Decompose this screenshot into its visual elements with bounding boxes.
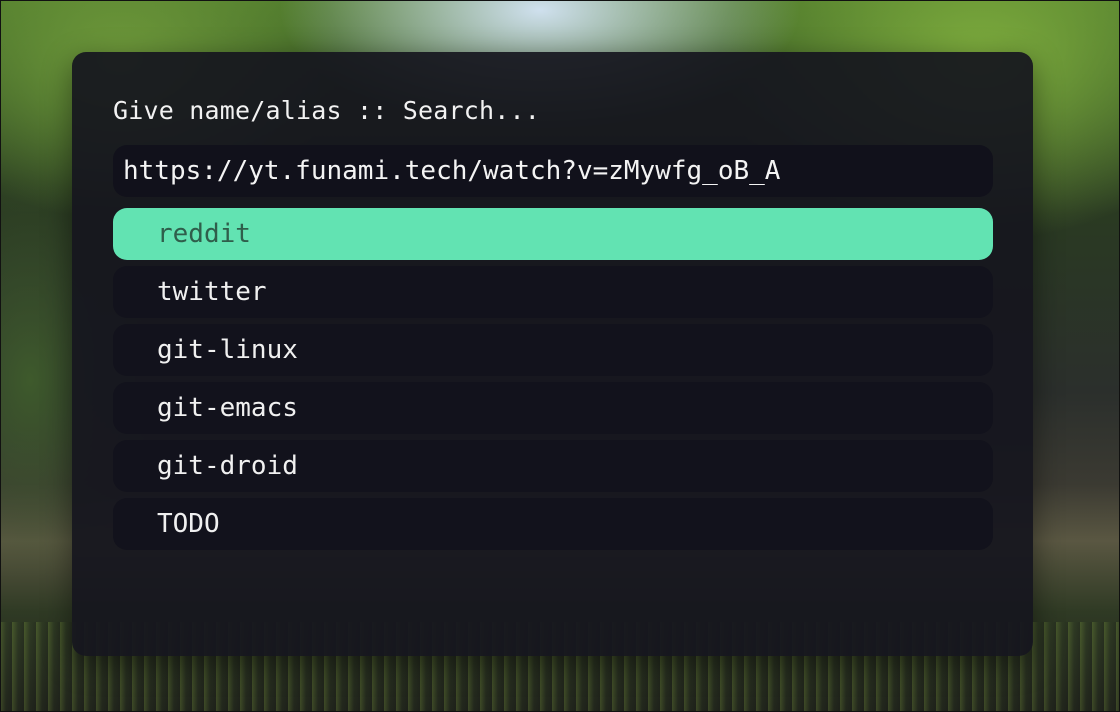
list-item-reddit[interactable]: reddit bbox=[113, 208, 993, 260]
list-item-git-emacs[interactable]: git-emacs bbox=[113, 382, 993, 434]
launcher-window: Give name/alias :: Search... https://yt.… bbox=[72, 52, 1033, 656]
list-item-git-droid[interactable]: git-droid bbox=[113, 440, 993, 492]
search-input[interactable]: https://yt.funami.tech/watch?v=zMywfg_oB… bbox=[113, 145, 993, 197]
list-item-git-linux[interactable]: git-linux bbox=[113, 324, 993, 376]
prompt-label: Give name/alias :: Search... bbox=[113, 96, 541, 125]
list-item-todo[interactable]: TODO bbox=[113, 498, 993, 550]
result-list: reddit twitter git-linux git-emacs git-d… bbox=[113, 208, 993, 556]
list-item-twitter[interactable]: twitter bbox=[113, 266, 993, 318]
